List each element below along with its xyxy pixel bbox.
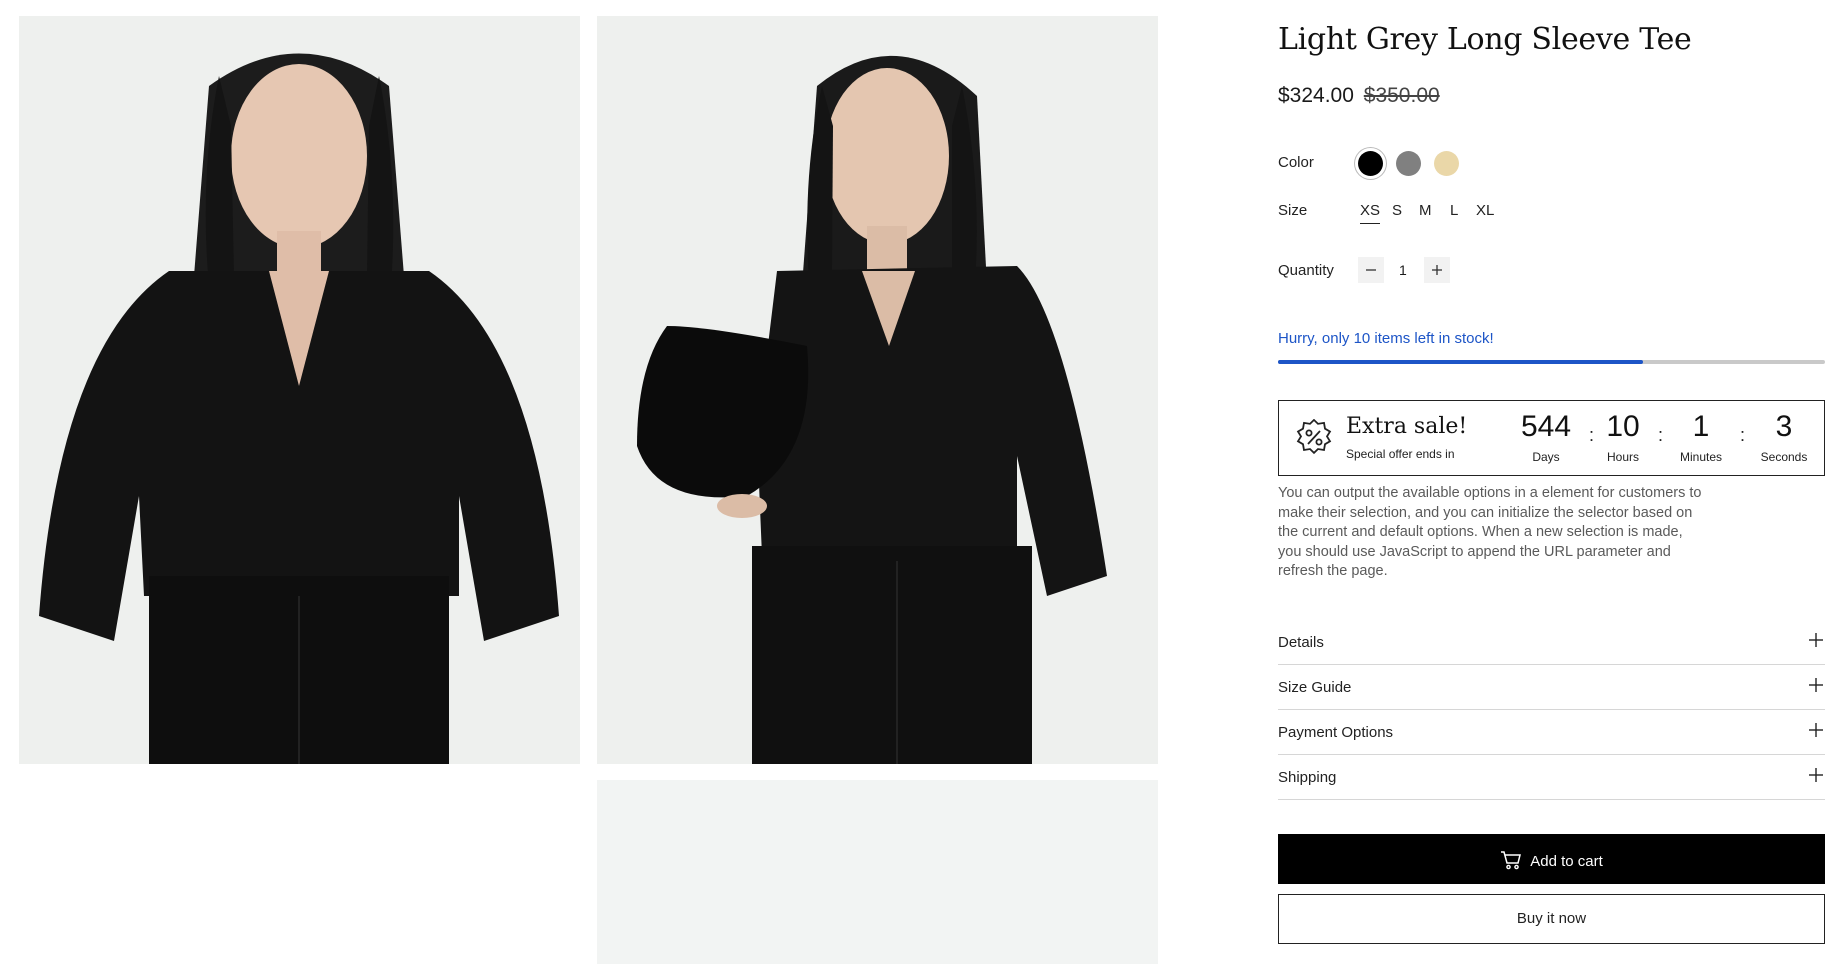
add-to-cart-button[interactable]: Add to cart [1278,834,1825,884]
plus-icon [1809,678,1823,692]
buy-now-button[interactable]: Buy it now [1278,894,1825,944]
quantity-increment-button[interactable] [1424,257,1450,283]
countdown-seconds-value: 3 [1775,410,1793,443]
color-swatch-black[interactable] [1358,151,1383,176]
countdown-seconds-label: Seconds [1760,450,1808,464]
buy-now-label: Buy it now [1516,910,1587,927]
plus-icon [1809,723,1823,737]
accordion-label: Details [1278,634,1324,651]
countdown-separator: : [1740,425,1746,445]
stock-message: Hurry, only 10 items left in stock! [1278,330,1494,347]
accordion-size-guide[interactable]: Size Guide [1278,665,1825,710]
countdown-minutes-value: 1 [1692,410,1710,443]
sale-price: $324.00 [1278,84,1354,107]
accordion-label: Size Guide [1278,679,1352,696]
stock-progress-bar [1278,360,1825,364]
countdown-minutes-label: Minutes [1679,450,1723,464]
size-option-xl[interactable]: XL [1476,202,1494,219]
accordion-label: Payment Options [1278,724,1394,741]
quantity-label: Quantity [1278,262,1334,279]
sale-countdown-box: Extra sale! Special offer ends in 544 Da… [1278,400,1825,476]
quantity-decrement-button[interactable] [1358,257,1384,283]
color-swatch-grey[interactable] [1396,151,1421,176]
countdown-days-label: Days [1532,450,1560,464]
product-description: You can output the available options in … [1278,485,1702,580]
accordion-payment-options[interactable]: Payment Options [1278,710,1825,755]
countdown-hours-label: Hours [1606,450,1639,464]
cart-icon [1501,851,1522,870]
accordion-details[interactable]: Details [1278,620,1825,665]
plus-icon [1432,265,1442,275]
compare-price: $350.00 [1363,84,1440,107]
color-label: Color [1278,154,1314,171]
quantity-value[interactable]: 1 [1399,262,1407,278]
size-option-m[interactable]: M [1419,202,1432,219]
sale-subtitle: Special offer ends in [1346,447,1455,461]
size-option-l[interactable]: L [1450,202,1458,219]
size-option-s[interactable]: S [1392,202,1402,219]
size-label: Size [1278,202,1308,219]
sale-title: Extra sale! [1346,414,1468,439]
minus-icon [1366,269,1376,271]
accordion-shipping[interactable]: Shipping [1278,755,1825,800]
model-bag-photo[interactable] [597,16,1158,764]
add-to-cart-label: Add to cart [1530,853,1603,870]
countdown-days-value: 544 [1520,410,1572,443]
accordion-label: Shipping [1278,769,1337,786]
price-block: $324.00 $350.00 [1278,84,1440,108]
discount-badge-icon [1296,419,1332,455]
model-front-photo[interactable] [19,16,580,764]
color-swatch-beige[interactable] [1434,151,1459,176]
plus-icon [1809,768,1823,782]
countdown-separator: : [1658,425,1664,445]
product-title: Light Grey Long Sleeve Tee [1278,22,1692,57]
product-detail-photo[interactable] [597,780,1158,964]
stock-progress-fill [1278,360,1643,364]
plus-icon [1809,633,1823,647]
size-option-xs[interactable]: XS [1360,202,1381,224]
countdown-hours-value: 10 [1606,410,1640,443]
